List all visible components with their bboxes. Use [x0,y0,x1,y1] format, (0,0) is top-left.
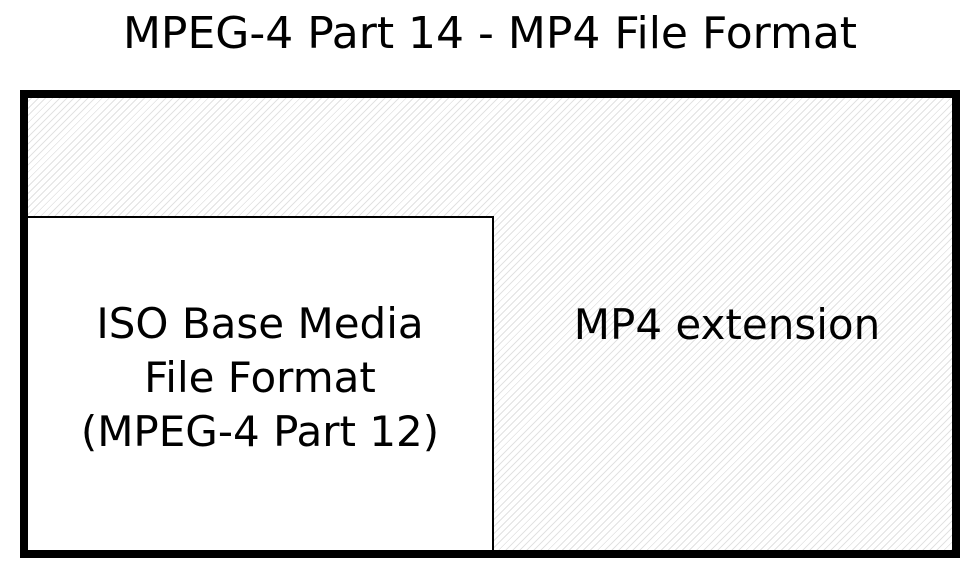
iso-label-line-2: File Format [144,353,376,402]
diagram-title: MPEG-4 Part 14 - MP4 File Format [122,8,858,59]
mp4-extension-label: MP4 extension [573,300,881,349]
iso-base-media-box: ISO Base Media File Format (MPEG-4 Part … [28,216,494,550]
mp4-container-box: ISO Base Media File Format (MPEG-4 Part … [20,90,960,558]
iso-label-line-1: ISO Base Media [96,299,424,348]
iso-label-line-3: (MPEG-4 Part 12) [80,407,440,456]
iso-base-media-label: ISO Base Media File Format (MPEG-4 Part … [81,297,439,459]
